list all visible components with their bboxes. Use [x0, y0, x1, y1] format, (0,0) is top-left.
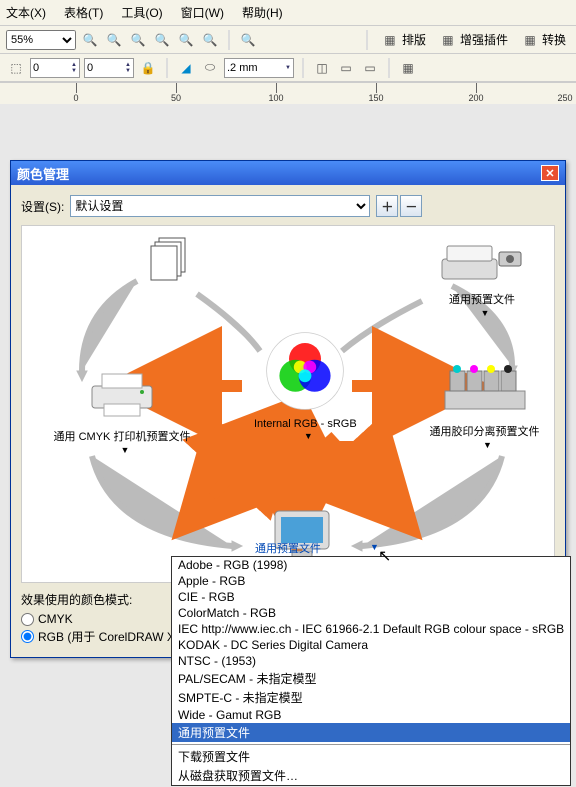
chevron-down-icon[interactable]: ▼: [121, 445, 130, 455]
convert-icon: ▦: [520, 30, 540, 50]
separator: [172, 744, 570, 745]
zoom-fit-icon[interactable]: 🔍: [200, 30, 220, 50]
bitmap-icon[interactable]: ▦: [398, 58, 418, 78]
separator: [166, 58, 168, 78]
outline-width-spinner[interactable]: .2 mm▼: [224, 58, 294, 78]
menu-text[interactable]: 文本(X): [6, 4, 46, 21]
remove-preset-button[interactable]: －: [400, 195, 422, 217]
menu-window[interactable]: 窗口(W): [181, 4, 224, 21]
press-node[interactable]: 通用胶印分离预置文件▼: [402, 356, 567, 451]
titlebar[interactable]: 颜色管理 ✕: [11, 161, 565, 185]
zoom-page-icon[interactable]: 🔍: [176, 30, 196, 50]
list-item[interactable]: NTSC - (1953): [172, 653, 570, 669]
layout-icon: ▦: [380, 30, 400, 50]
profile-dropdown-list[interactable]: Adobe - RGB (1998) Apple - RGB CIE - RGB…: [171, 556, 571, 786]
menubar: 文本(X) 表格(T) 工具(O) 窗口(W) 帮助(H): [0, 0, 576, 26]
cursor-icon: ↖: [378, 546, 391, 566]
monitor-profile-dropdown-label[interactable]: 通用预置文件: [255, 540, 321, 556]
object-size-icon[interactable]: ⬚: [6, 58, 26, 78]
list-item[interactable]: Adobe - RGB (1998): [172, 557, 570, 573]
scanner-label: 通用预置文件: [412, 291, 552, 307]
scanner-node[interactable]: 通用预置文件▼: [412, 234, 552, 319]
layout-button[interactable]: ▦排版: [376, 28, 430, 52]
internal-rgb-label: Internal RGB - sRGB: [254, 418, 357, 430]
printer-node[interactable]: 通用 CMYK 打印机预置文件▼: [37, 366, 207, 456]
toolbar-options: ⬚ 0▲▼ 0▲▼ 🔒 ◢ ⬭ .2 mm▼ ◫ ▭ ▭ ▦: [0, 54, 576, 82]
separator: [302, 58, 304, 78]
enhance-icon: ▦: [438, 30, 458, 50]
ruler: 0 50 100 150 200 250: [0, 82, 576, 104]
zoom-selection-icon[interactable]: 🔍: [128, 30, 148, 50]
plus-minus-group: ＋ －: [376, 195, 422, 217]
enhance-button[interactable]: ▦增强插件: [434, 28, 512, 52]
menu-tools[interactable]: 工具(O): [121, 4, 162, 21]
lock-icon[interactable]: 🔒: [138, 58, 158, 78]
add-preset-button[interactable]: ＋: [376, 195, 398, 217]
settings-row: 设置(S): 默认设置 ＋ －: [21, 195, 555, 217]
printer-label: 通用 CMYK 打印机预置文件: [37, 428, 207, 444]
list-item-download[interactable]: 下载预置文件: [172, 747, 570, 766]
wrap-icon[interactable]: ◫: [312, 58, 332, 78]
separator: [228, 30, 230, 50]
dialog-title: 颜色管理: [17, 164, 69, 183]
menu-table[interactable]: 表格(T): [64, 4, 103, 21]
list-item-selected[interactable]: 通用预置文件: [172, 723, 570, 742]
internal-rgb-node[interactable]: Internal RGB - sRGB▼: [254, 331, 357, 442]
separator: [388, 58, 390, 78]
zoom-width-icon[interactable]: 🔍: [238, 30, 258, 50]
chevron-down-icon[interactable]: ▼: [483, 440, 492, 450]
outline-style-icon[interactable]: ⬭: [200, 58, 220, 78]
list-item[interactable]: IEC http://www.iec.ch - IEC 61966-2.1 De…: [172, 621, 570, 637]
convert-button[interactable]: ▦转换: [516, 28, 570, 52]
x-spinner[interactable]: 0▲▼: [30, 58, 80, 78]
list-item[interactable]: PAL/SECAM - 未指定模型: [172, 669, 570, 688]
settings-combo[interactable]: 默认设置: [70, 195, 370, 217]
to-front-icon[interactable]: ▭: [336, 58, 356, 78]
list-item[interactable]: SMPTE-C - 未指定模型: [172, 688, 570, 707]
import-node[interactable]: [147, 234, 193, 287]
separator: [366, 30, 368, 50]
list-item[interactable]: Wide - Gamut RGB: [172, 707, 570, 723]
list-item[interactable]: Apple - RGB: [172, 573, 570, 589]
list-item[interactable]: KODAK - DC Series Digital Camera: [172, 637, 570, 653]
zoom-in-icon[interactable]: 🔍: [80, 30, 100, 50]
zoom-level-combo[interactable]: 55%: [6, 30, 76, 50]
press-label: 通用胶印分离预置文件: [402, 423, 567, 439]
chevron-down-icon[interactable]: ▼: [481, 308, 490, 318]
to-back-icon[interactable]: ▭: [360, 58, 380, 78]
list-item[interactable]: ColorMatch - RGB: [172, 605, 570, 621]
zoom-out-icon[interactable]: 🔍: [104, 30, 124, 50]
chevron-down-icon[interactable]: ▼: [304, 431, 313, 441]
toolbar-zoom: 55% 🔍 🔍 🔍 🔍 🔍 🔍 🔍 ▦排版 ▦增强插件 ▦转换: [0, 26, 576, 54]
settings-label: 设置(S):: [21, 198, 64, 215]
close-button[interactable]: ✕: [541, 165, 559, 181]
y-spinner[interactable]: 0▲▼: [84, 58, 134, 78]
fill-icon[interactable]: ◢: [176, 58, 196, 78]
list-item[interactable]: CIE - RGB: [172, 589, 570, 605]
diagram-area: 通用预置文件▼ Internal RGB - sRGB▼: [21, 225, 555, 583]
list-item-from-disk[interactable]: 从磁盘获取预置文件…: [172, 766, 570, 785]
zoom-all-icon[interactable]: 🔍: [152, 30, 172, 50]
menu-help[interactable]: 帮助(H): [242, 4, 283, 21]
